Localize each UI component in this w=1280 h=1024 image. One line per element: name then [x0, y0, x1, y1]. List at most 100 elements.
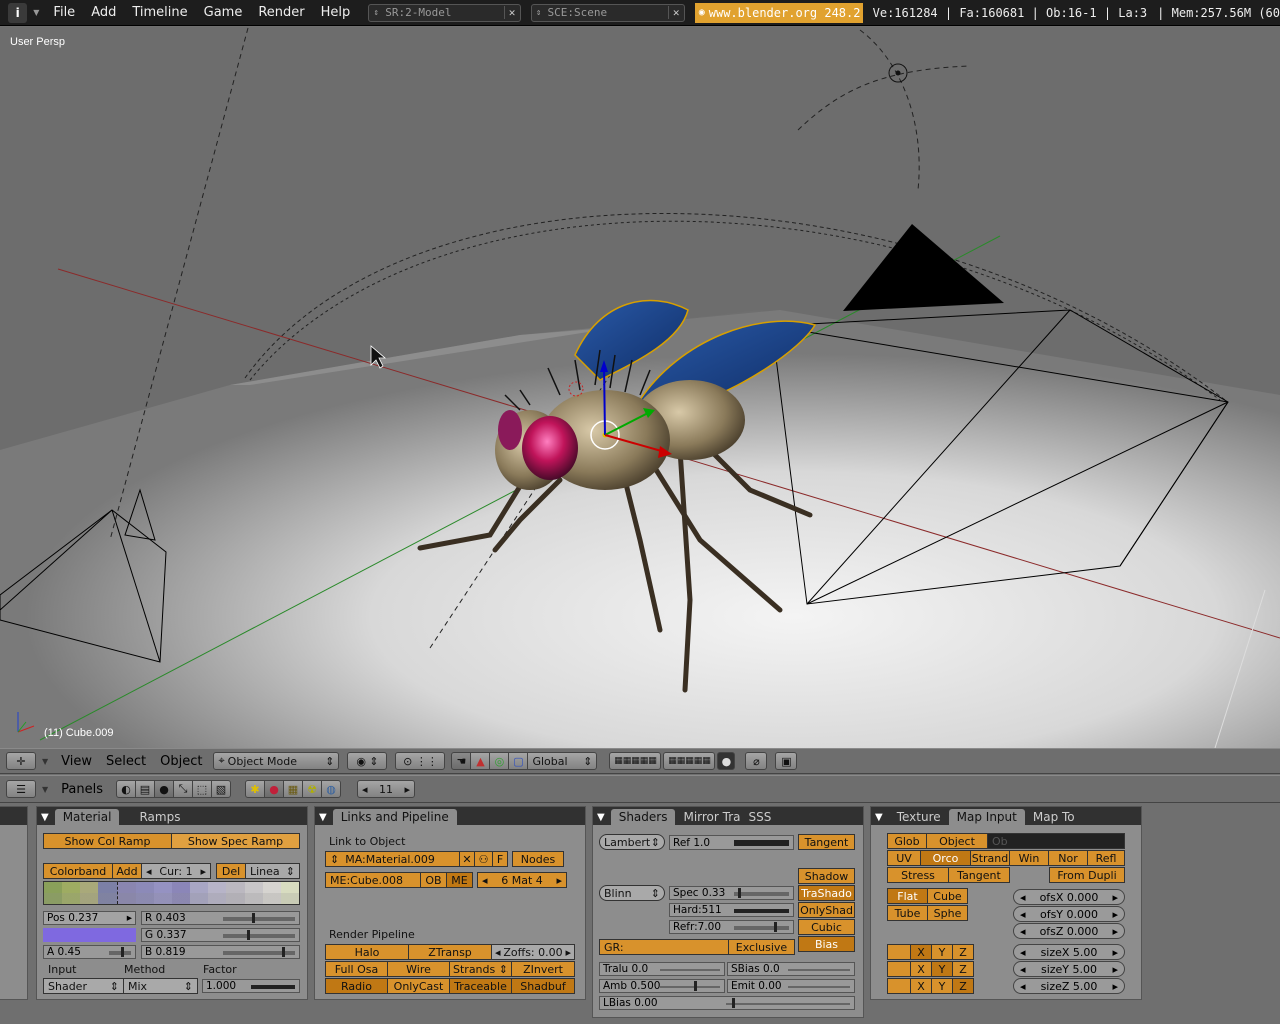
z-projection-z[interactable]: Z — [952, 978, 974, 994]
links-panel-title[interactable]: Links and Pipeline — [332, 809, 457, 825]
full-osa-button[interactable]: Full Osa — [325, 961, 388, 977]
radiosity-buttons-icon[interactable]: ☢ — [302, 780, 322, 798]
ref-slider[interactable]: Ref 1.0 — [669, 835, 794, 850]
viewport-scene[interactable] — [0, 27, 1280, 748]
decrement-arrow-icon[interactable]: ◂ — [1020, 891, 1026, 904]
z-projection-none[interactable] — [887, 978, 911, 994]
layers-row-2[interactable]: ▦▦▦▦▦ — [663, 752, 716, 770]
flat-mapping-button[interactable]: Flat — [887, 888, 928, 904]
menu-game[interactable]: Game — [196, 5, 251, 20]
decrement-arrow-icon[interactable]: ◂ — [495, 946, 501, 959]
object-name-field[interactable]: Ob — [987, 833, 1125, 849]
wire-button[interactable]: Wire — [387, 961, 450, 977]
tab-shaders[interactable]: Shaders — [610, 809, 676, 825]
nor-button[interactable]: Nor — [1048, 850, 1088, 866]
bias-button[interactable]: Bias — [798, 936, 855, 952]
rotate-icon[interactable]: ◎ — [489, 752, 510, 770]
cube-mapping-button[interactable]: Cube — [927, 888, 968, 904]
screen-name[interactable]: SR:2-Model — [383, 6, 503, 19]
colorband-toggle[interactable]: Colorband — [43, 863, 113, 879]
method-selector[interactable]: Mix ⇕ — [123, 978, 198, 994]
refl-button[interactable]: Refl — [1087, 850, 1125, 866]
sizex-field[interactable]: ◂ sizeX 5.00 ▸ — [1013, 944, 1125, 960]
close-icon[interactable]: ✕ — [667, 6, 684, 19]
editor-type-buttons-icon[interactable]: ☰ — [6, 780, 36, 798]
r-slider[interactable]: R 0.403 — [141, 911, 300, 925]
traceable-button[interactable]: Traceable — [449, 978, 512, 994]
colorband-add-button[interactable]: Add — [112, 863, 142, 879]
increment-arrow-icon[interactable]: ▸ — [1112, 891, 1118, 904]
close-icon[interactable]: ✕ — [503, 6, 520, 19]
editing-context-icon[interactable]: ⬚ — [192, 780, 212, 798]
draw-type-selector[interactable]: ◉ ⇕ — [347, 752, 388, 770]
increment-arrow-icon[interactable]: ▸ — [1112, 980, 1118, 993]
onlyshadow-button[interactable]: OnlyShad — [798, 902, 855, 918]
refr-slider[interactable]: Refr:7.00 — [669, 920, 794, 934]
script-context-icon[interactable]: ▤ — [135, 780, 155, 798]
logic-context-icon[interactable]: ◐ — [116, 780, 136, 798]
ofsz-field[interactable]: ◂ ofsZ 0.000 ▸ — [1013, 923, 1125, 939]
material-buttons-icon[interactable]: ● — [264, 780, 284, 798]
slider-knob[interactable] — [252, 913, 255, 923]
group-field[interactable]: GR: — [599, 939, 729, 955]
scale-icon[interactable]: ▢ — [508, 752, 529, 770]
increment-arrow-icon[interactable]: ▸ — [1112, 908, 1118, 921]
texture-buttons-icon[interactable]: ▦ — [283, 780, 303, 798]
collapse-triangle-icon[interactable]: ▼ — [319, 812, 327, 823]
win-button[interactable]: Win — [1009, 850, 1049, 866]
zoffs-field[interactable]: ◂ Zoffs: 0.00 ▸ — [491, 944, 575, 960]
orco-button[interactable]: Orco — [920, 850, 971, 866]
ofsy-field[interactable]: ◂ ofsY 0.000 ▸ — [1013, 906, 1125, 922]
menu-render[interactable]: Render — [250, 5, 312, 20]
decrement-arrow-icon[interactable]: ◂ — [1020, 980, 1026, 993]
increment-arrow-icon[interactable]: ▸ — [404, 783, 410, 796]
halo-button[interactable]: Halo — [325, 944, 409, 960]
menu-timeline[interactable]: Timeline — [124, 5, 195, 20]
slider-knob[interactable] — [732, 998, 735, 1008]
a-slider[interactable]: A 0.45 — [43, 945, 136, 959]
tube-mapping-button[interactable]: Tube — [887, 905, 928, 921]
increment-arrow-icon[interactable]: ▸ — [200, 865, 206, 878]
info-icon[interactable]: i — [8, 2, 28, 23]
strand-button[interactable]: Strand — [970, 850, 1010, 866]
tab-map-input[interactable]: Map Input — [948, 809, 1025, 825]
tab-mirror-transp[interactable]: Mirror Tra — [675, 809, 748, 825]
increment-arrow-icon[interactable]: ▸ — [1112, 925, 1118, 938]
slider-knob[interactable] — [282, 947, 285, 957]
decrement-arrow-icon[interactable]: ◂ — [1020, 925, 1026, 938]
zinvert-button[interactable]: ZInvert — [511, 961, 575, 977]
link-ob-button[interactable]: OB — [420, 872, 447, 888]
diffuse-shader-selector[interactable]: Lambert ⇕ — [599, 834, 665, 850]
z-projection-y[interactable]: Y — [931, 978, 953, 994]
slider-knob[interactable] — [738, 888, 741, 898]
slider-knob[interactable] — [694, 981, 697, 991]
tangent-shading-button[interactable]: Tangent — [798, 834, 855, 850]
orientation-selector[interactable]: Global ⇕ — [527, 752, 598, 770]
manipulator-toggle-icon[interactable]: ☚ — [451, 752, 472, 770]
scene-name[interactable]: SCE:Scene — [546, 6, 668, 19]
glob-button[interactable]: Glob — [887, 833, 927, 849]
chevron-down-icon[interactable]: ▼ — [42, 785, 48, 794]
colorband-cur-field[interactable]: ◂ Cur: 1 ▸ — [141, 863, 211, 879]
fake-user-button[interactable]: F — [492, 851, 508, 867]
show-spec-ramp-button[interactable]: Show Spec Ramp — [171, 833, 300, 849]
pos-field[interactable]: Pos 0.237 ▸ — [43, 911, 136, 925]
b-slider[interactable]: B 0.819 — [141, 945, 300, 959]
object-context-icon[interactable]: ⤡ — [173, 780, 193, 798]
3d-viewport[interactable]: User Persp (11) Cube.009 — [0, 27, 1280, 748]
shadow-button[interactable]: Shadow — [798, 868, 855, 884]
mesh-name-field[interactable]: ME:Cube.008 — [325, 872, 421, 888]
cubic-button[interactable]: Cubic — [798, 919, 855, 935]
unlink-material-icon[interactable]: ✕ — [459, 851, 475, 867]
chevron-down-icon[interactable]: ▼ — [33, 8, 39, 17]
menu-select[interactable]: Select — [99, 754, 153, 769]
trashadow-button[interactable]: TraShado — [798, 885, 855, 901]
g-slider[interactable]: G 0.337 — [141, 928, 300, 942]
lamp-buttons-icon[interactable]: ✱ — [245, 780, 265, 798]
exclusive-button[interactable]: Exclusive — [728, 939, 795, 955]
collapse-triangle-icon[interactable]: ▼ — [875, 812, 883, 823]
layers-row-1[interactable]: ▦▦▦▦▦ — [609, 752, 662, 770]
colorband-ramp[interactable] — [43, 881, 300, 905]
color-swatch[interactable] — [43, 928, 136, 942]
menu-help[interactable]: Help — [313, 5, 359, 20]
